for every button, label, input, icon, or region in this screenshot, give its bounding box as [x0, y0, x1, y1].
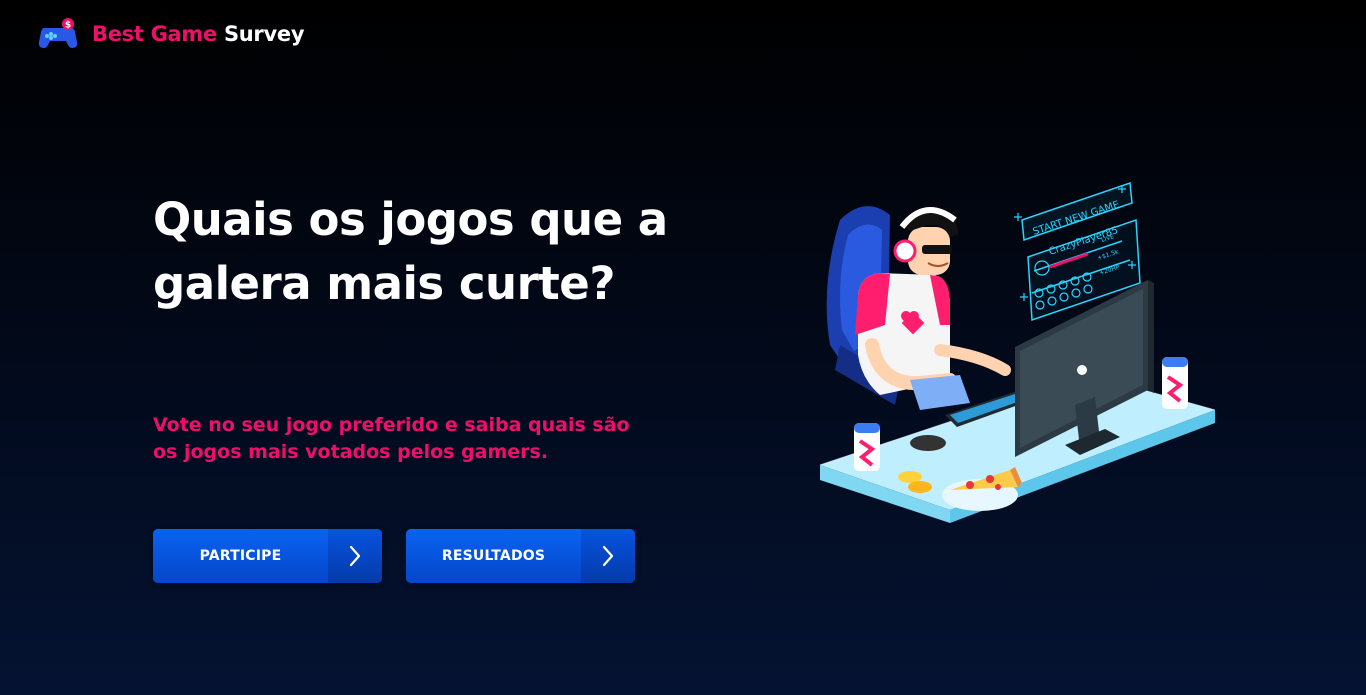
gamepad-icon[interactable]: $ — [38, 18, 78, 50]
site-header: $ Best Game Survey — [38, 18, 305, 50]
resultados-button-label: RESULTADOS — [406, 529, 581, 583]
brand-rest: Survey — [223, 22, 305, 46]
chevron-right-icon — [581, 529, 635, 583]
svg-text:$: $ — [65, 21, 71, 31]
chevron-right-icon — [328, 529, 382, 583]
soda-can-right — [1162, 357, 1188, 409]
brand-name[interactable]: Best Game Survey — [92, 22, 305, 46]
hero-subtitle: Vote no seu jogo preferido e saiba quais… — [153, 414, 630, 463]
resultados-button[interactable]: RESULTADOS — [406, 529, 635, 583]
brand-accent: Best Game — [92, 22, 217, 46]
hero-title: Quais os jogos que a galera mais curte? — [153, 193, 668, 310]
participe-button-label: PARTICIPE — [153, 529, 328, 583]
gamer-illustration: START NEW GAME CrazyPlayer85 LIVE +$1.5k… — [819, 181, 1216, 523]
soda-can-left — [854, 423, 880, 471]
participe-button[interactable]: PARTICIPE — [153, 529, 382, 583]
